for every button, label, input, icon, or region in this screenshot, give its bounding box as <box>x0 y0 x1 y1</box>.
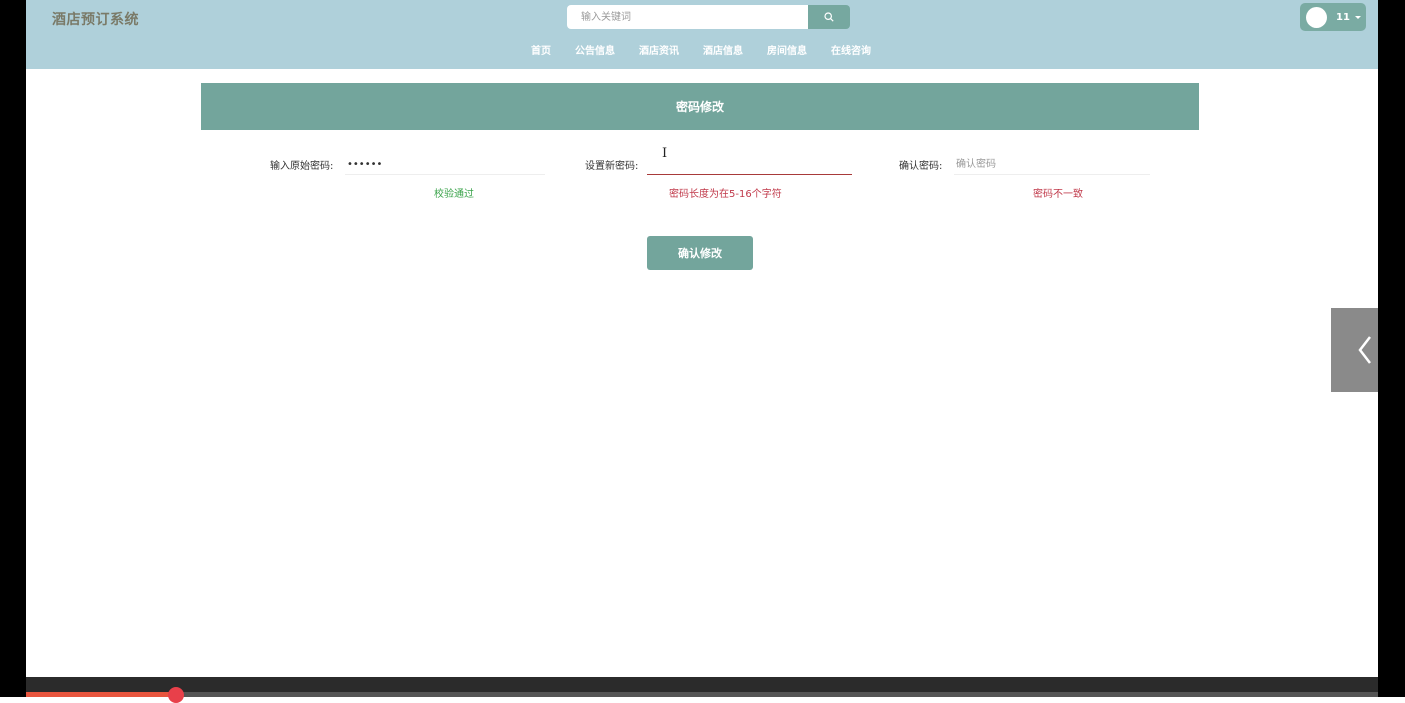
chevron-left-icon <box>1358 336 1371 364</box>
confirm-change-button[interactable]: 确认修改 <box>647 236 753 270</box>
search-icon <box>824 12 834 22</box>
video-progress-track[interactable] <box>26 687 1378 703</box>
old-password-label: 输入原始密码: <box>270 161 334 172</box>
nav-item-online-consult[interactable]: 在线咨询 <box>819 44 883 60</box>
nav-item-room-info[interactable]: 房间信息 <box>755 44 819 60</box>
nav-item-home[interactable]: 首页 <box>519 44 563 60</box>
nav-item-announcements[interactable]: 公告信息 <box>563 44 627 60</box>
old-password-field[interactable] <box>345 154 545 175</box>
new-password-label: 设置新密码: <box>585 161 639 172</box>
page-title: 密码修改 <box>675 100 724 114</box>
screen-frame-left <box>0 0 26 697</box>
search-button[interactable] <box>808 5 850 29</box>
confirm-password-field[interactable] <box>954 154 1150 175</box>
video-progress-knob[interactable] <box>168 687 185 703</box>
chevron-down-icon <box>1354 15 1361 19</box>
search-input[interactable] <box>567 5 808 29</box>
user-menu-button[interactable]: 11 <box>1300 3 1366 31</box>
confirm-password-label: 确认密码: <box>899 161 943 172</box>
nav-item-hotel-news[interactable]: 酒店资讯 <box>627 44 691 60</box>
main-nav: 首页 公告信息 酒店资讯 酒店信息 房间信息 在线咨询 <box>519 44 883 60</box>
screen-frame-right <box>1378 0 1405 697</box>
user-name: 11 <box>1336 11 1350 23</box>
new-password-hint: 密码长度为在5-16个字符 <box>669 189 782 200</box>
site-logo[interactable]: 酒店预订系统 <box>52 9 139 29</box>
video-progress-fill <box>26 692 177 697</box>
page-banner: 密码修改 <box>201 83 1199 130</box>
text-cursor-icon: I <box>662 146 668 161</box>
top-header: 酒店预订系统 首页 公告信息 酒店资讯 酒店信息 房间信息 在线咨询 11 <box>26 0 1378 69</box>
avatar <box>1306 6 1327 28</box>
new-password-field[interactable] <box>647 154 852 175</box>
nav-item-hotel-info[interactable]: 酒店信息 <box>691 44 755 60</box>
side-panel-toggle[interactable] <box>1331 308 1378 392</box>
old-password-hint: 校验通过 <box>434 189 474 200</box>
confirm-password-hint: 密码不一致 <box>1033 189 1083 200</box>
